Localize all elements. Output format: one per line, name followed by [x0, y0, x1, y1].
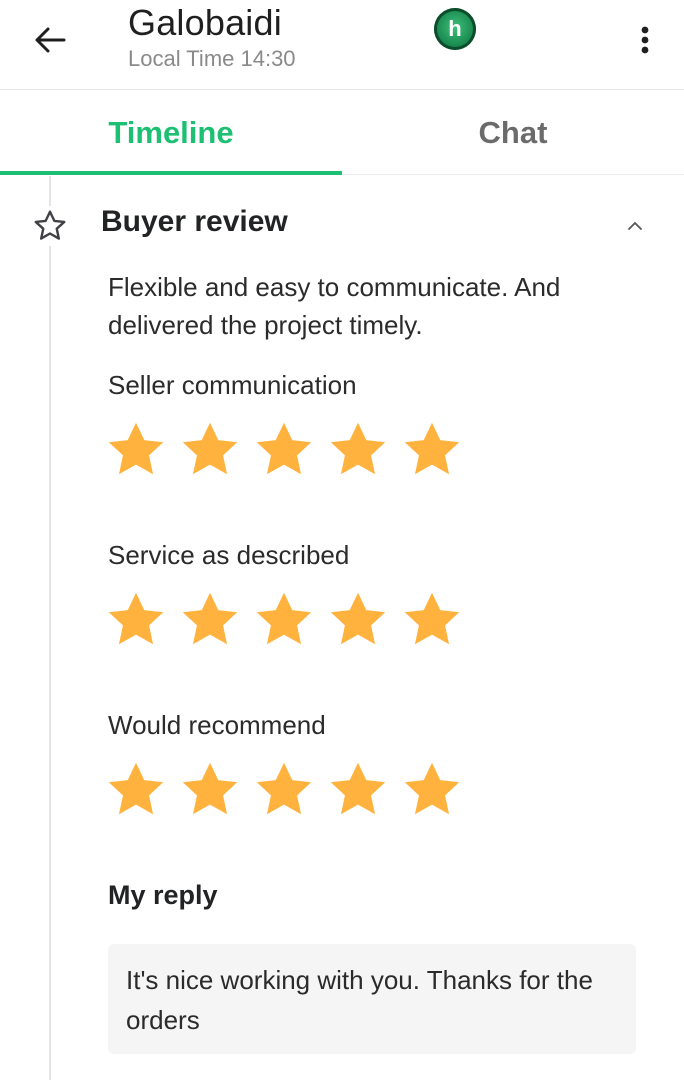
star-filled-icon — [330, 762, 386, 815]
buyer-review-title: Buyer review — [101, 205, 288, 238]
more-options-button[interactable] — [628, 20, 662, 60]
tab-bar: Timeline Chat — [0, 91, 684, 175]
local-time: Local Time 14:30 — [128, 46, 296, 71]
rating-label-would-recommend: Would recommend — [108, 710, 326, 740]
chevron-up-icon — [628, 222, 642, 230]
back-button[interactable] — [28, 20, 72, 60]
my-reply-title: My reply — [108, 880, 218, 910]
rating-stars-service-as-described — [104, 588, 484, 652]
star-filled-icon — [330, 592, 386, 645]
review-text: Flexible and easy to communicate. And de… — [108, 272, 561, 340]
star-filled-icon — [404, 592, 460, 645]
star-filled-icon — [108, 422, 164, 475]
star-filled-icon — [182, 762, 238, 815]
arrow-left-icon — [35, 27, 66, 53]
star-filled-icon — [330, 422, 386, 475]
timeline-marker — [30, 206, 70, 246]
star-filled-icon — [256, 592, 312, 645]
star-filled-icon — [256, 762, 312, 815]
tab-chat[interactable]: Chat — [342, 91, 684, 175]
rating-stars-would-recommend — [104, 758, 484, 822]
star-outline-icon — [34, 210, 66, 240]
app-header: Galobaidi Local Time 14:30 h — [0, 0, 684, 90]
star-filled-icon — [256, 422, 312, 475]
rating-label-service-as-described: Service as described — [108, 540, 350, 570]
rating-label-seller-communication: Seller communication — [108, 370, 357, 400]
collapse-button[interactable] — [620, 212, 650, 240]
star-filled-icon — [182, 592, 238, 645]
contact-name[interactable]: Galobaidi — [128, 2, 282, 44]
avatar[interactable]: h — [434, 8, 476, 50]
reply-box: It's nice working with you. Thanks for t… — [108, 944, 636, 1054]
star-filled-icon — [108, 592, 164, 645]
tab-timeline[interactable]: Timeline — [0, 91, 342, 175]
more-vertical-icon — [641, 26, 649, 54]
order-timeline-screen: Galobaidi Local Time 14:30 h Timeline Ch… — [0, 0, 684, 1080]
avatar-letter: h — [448, 16, 462, 41]
star-filled-icon — [404, 762, 460, 815]
star-filled-icon — [404, 422, 460, 475]
timeline-line — [49, 176, 51, 1080]
rating-stars-seller-communication — [104, 418, 484, 482]
reply-text: It's nice working with you. Thanks for t… — [126, 965, 593, 1035]
star-filled-icon — [108, 762, 164, 815]
star-filled-icon — [182, 422, 238, 475]
active-tab-indicator — [0, 171, 342, 175]
